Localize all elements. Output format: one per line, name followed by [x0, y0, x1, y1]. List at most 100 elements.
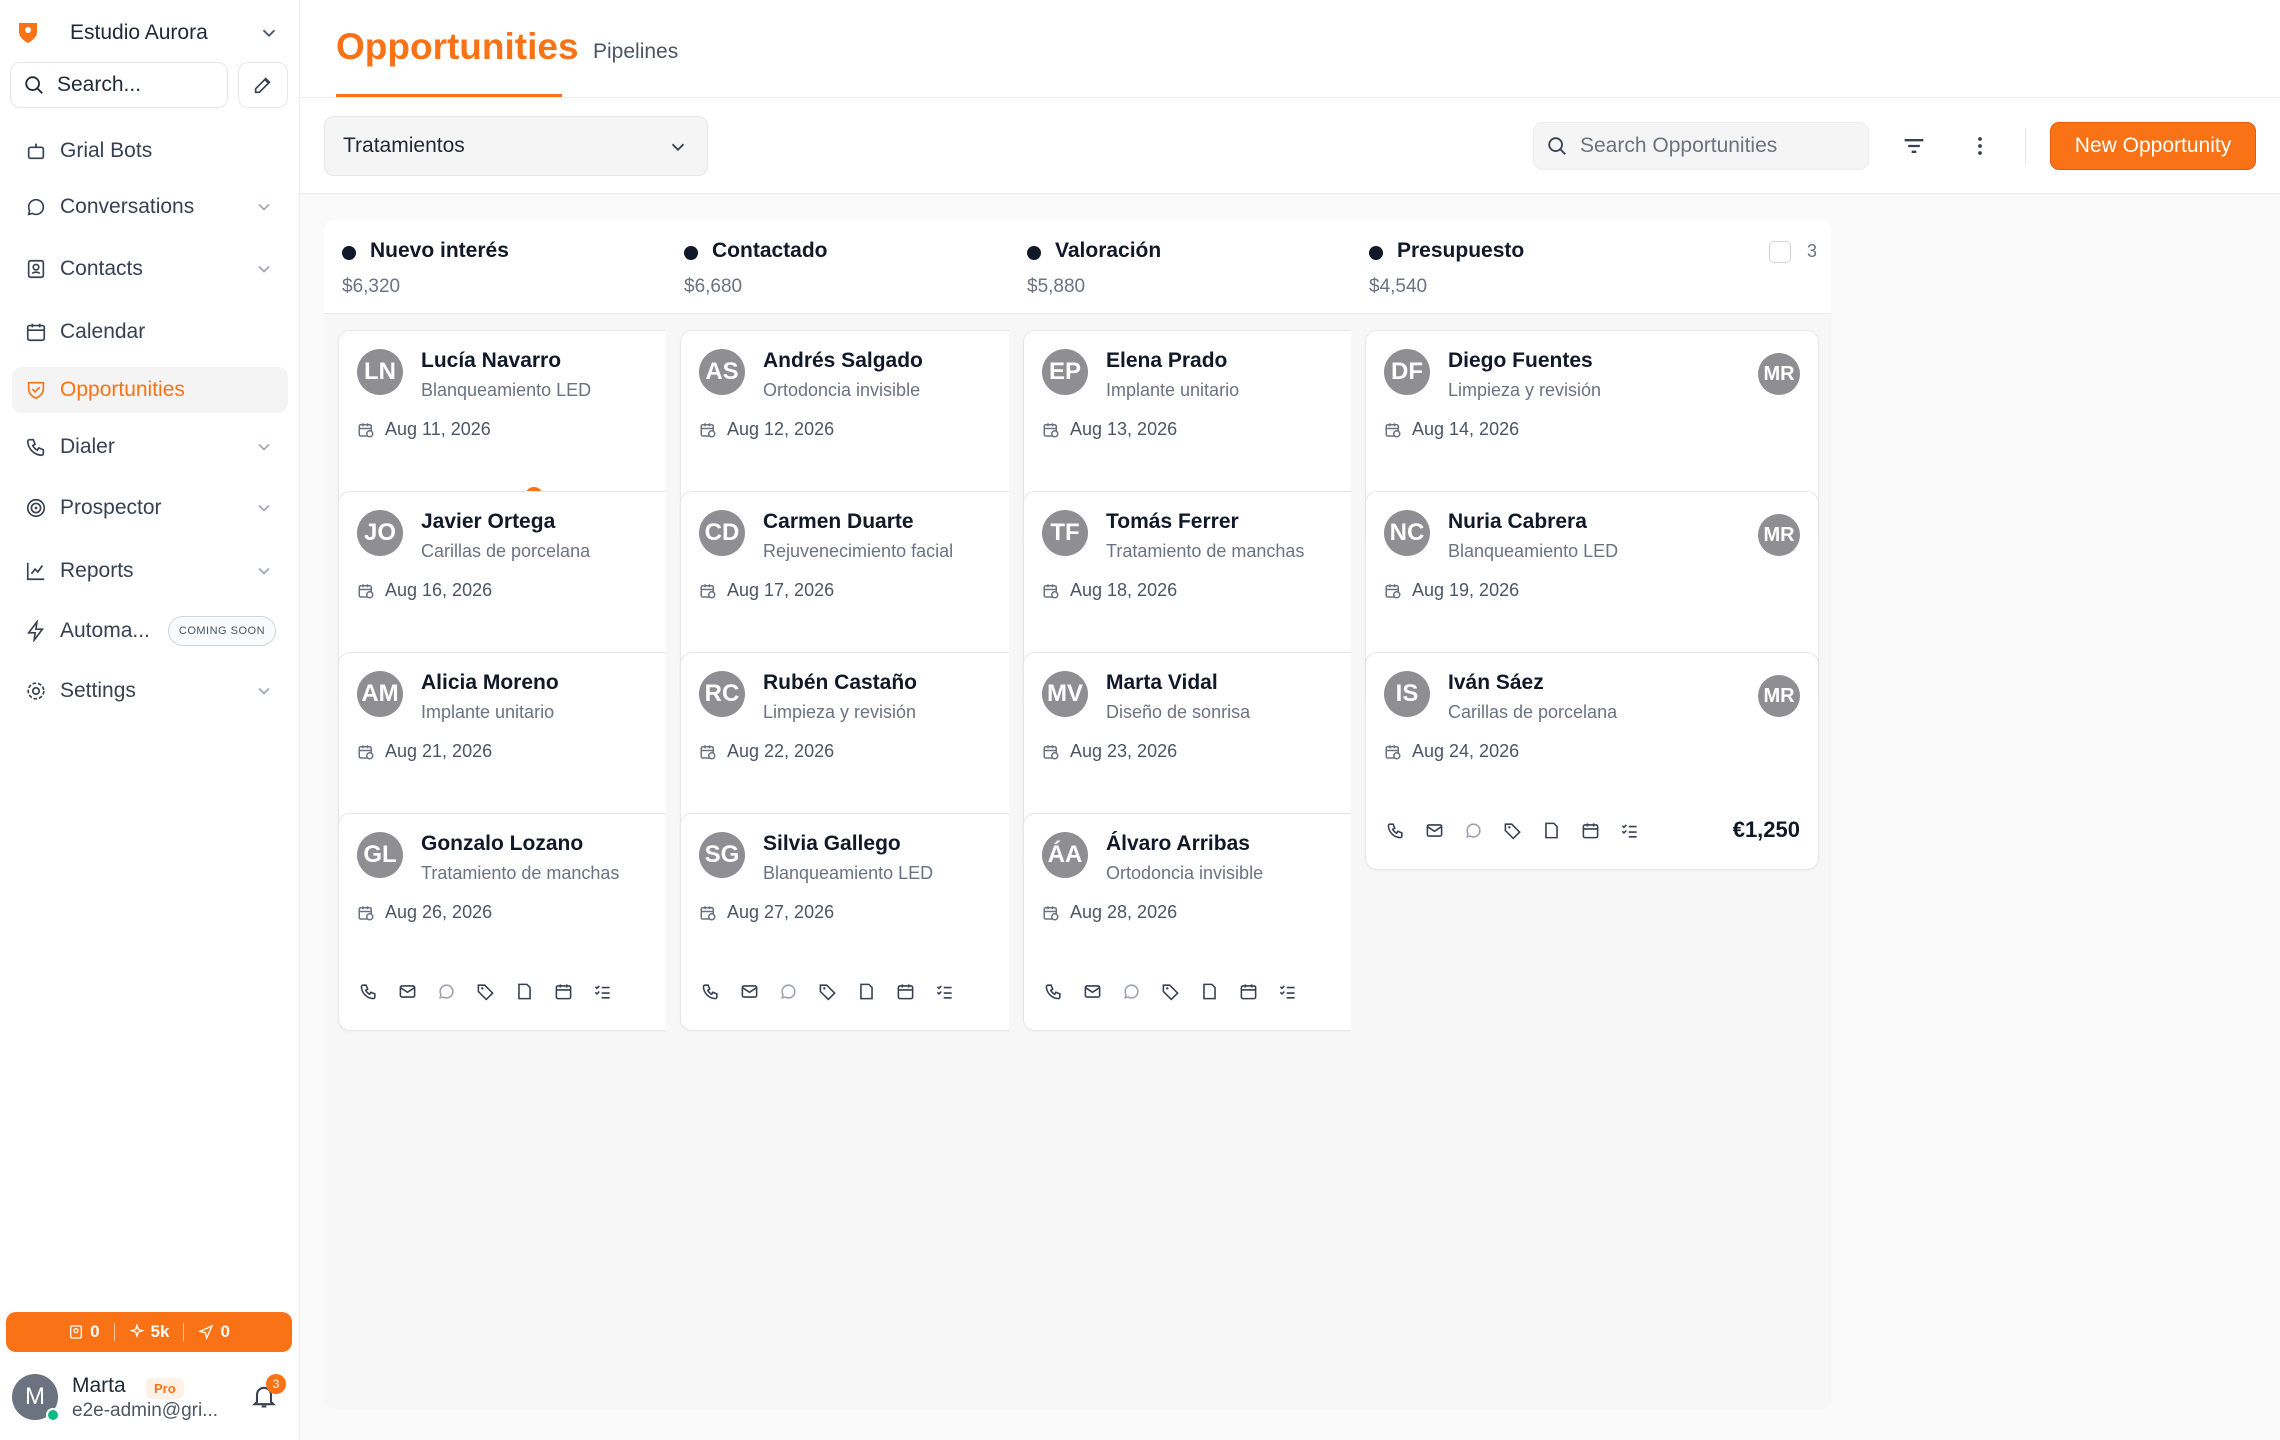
email-icon[interactable] [1083, 982, 1102, 1001]
opportunity-search[interactable] [1533, 122, 1869, 170]
call-icon[interactable] [1386, 821, 1405, 840]
appointment-icon[interactable] [896, 982, 915, 1001]
workspace-switcher[interactable]: Estudio Aurora [16, 14, 286, 52]
contact-name[interactable]: Diego Fuentes [1448, 349, 1593, 373]
message-icon[interactable] [437, 982, 456, 1001]
sidebar: Estudio Aurora Search... Grial Bots Conve… [0, 0, 300, 1440]
message-icon[interactable] [779, 982, 798, 1001]
contact-name[interactable]: Álvaro Arribas [1106, 832, 1250, 856]
tasks-icon[interactable] [935, 982, 954, 1001]
close-date-text: Aug 19, 2026 [1412, 580, 1520, 600]
contact-name[interactable]: Gonzalo Lozano [421, 832, 583, 856]
appointment-icon[interactable] [1239, 982, 1258, 1001]
contact-name[interactable]: Marta Vidal [1106, 671, 1218, 695]
appointment-icon[interactable] [1581, 821, 1600, 840]
tasks-icon[interactable] [1278, 982, 1297, 1001]
close-date: Aug 17, 2026 [699, 580, 834, 601]
contact-avatar: AM [357, 671, 403, 717]
contact-name[interactable]: Rubén Castaño [763, 671, 917, 695]
contact-name[interactable]: Lucía Navarro [421, 349, 561, 373]
contact-name[interactable]: Andrés Salgado [763, 349, 923, 373]
sidebar-item-dialer[interactable]: Dialer [12, 424, 288, 470]
sidebar-item-grial-bots[interactable]: Grial Bots [12, 128, 288, 174]
sidebar-item-calendar[interactable]: Calendar [12, 309, 288, 355]
note-icon[interactable] [515, 982, 534, 1001]
contact-name[interactable]: Tomás Ferrer [1106, 510, 1239, 534]
tag-icon[interactable] [1161, 982, 1180, 1001]
contact-name[interactable]: Alicia Moreno [421, 671, 559, 695]
stage-status-dot [1369, 246, 1383, 260]
sidebar-item-label: Grial Bots [60, 139, 153, 162]
phone-icon [24, 435, 48, 459]
owner-avatar[interactable]: MR [1758, 675, 1800, 717]
stage-select-checkbox[interactable] [1769, 241, 1791, 263]
call-icon[interactable] [1044, 982, 1063, 1001]
tab-pipelines[interactable]: Pipelines [593, 40, 678, 64]
workspace-logo-icon [16, 21, 40, 45]
opportunities-icon [24, 378, 48, 402]
call-icon[interactable] [359, 982, 378, 1001]
chevron-down-icon [258, 504, 270, 512]
email-icon[interactable] [1425, 821, 1444, 840]
sends-credit: 0 [198, 1322, 230, 1342]
chevron-down-icon [258, 567, 270, 575]
sends-credit-value: 0 [220, 1322, 230, 1341]
contact-avatar: JO [357, 510, 403, 556]
compose-button[interactable] [238, 62, 288, 108]
sidebar-item-label: Contacts [60, 257, 143, 280]
close-date-text: Aug 18, 2026 [1070, 580, 1178, 600]
sidebar-search[interactable]: Search... [10, 62, 228, 108]
close-date-text: Aug 23, 2026 [1070, 741, 1178, 761]
chevron-down-icon [262, 29, 276, 38]
sidebar-item-opportunities[interactable]: Opportunities [12, 367, 288, 413]
card-actions [1386, 821, 1639, 840]
kanban-board: Nuevo interés$6,3204LNLucía NavarroBlanq… [300, 194, 2280, 1440]
sidebar-item-reports[interactable]: Reports [12, 548, 288, 594]
contact-name[interactable]: Nuria Cabrera [1448, 510, 1587, 534]
search-icon [1548, 137, 1566, 155]
sidebar-item-automa[interactable]: Automa... COMING SOON [12, 608, 288, 654]
pipeline-select[interactable]: Tratamientos [324, 116, 708, 176]
appointment-icon[interactable] [554, 982, 573, 1001]
owner-avatar[interactable]: MR [1758, 514, 1800, 556]
sidebar-item-prospector[interactable]: Prospector [12, 485, 288, 531]
email-icon[interactable] [398, 982, 417, 1001]
more-vertical-icon[interactable] [1966, 132, 1994, 160]
tag-icon[interactable] [476, 982, 495, 1001]
email-icon[interactable] [740, 982, 759, 1001]
sidebar-item-label: Prospector [60, 496, 162, 519]
contact-avatar: DF [1384, 349, 1430, 395]
contact-name[interactable]: Carmen Duarte [763, 510, 914, 534]
message-icon[interactable] [1122, 982, 1141, 1001]
service-name: Limpieza y revisión [1448, 380, 1602, 400]
note-icon[interactable] [1200, 982, 1219, 1001]
owner-avatar[interactable]: MR [1758, 353, 1800, 395]
contact-name[interactable]: Elena Prado [1106, 349, 1227, 373]
credits-bar[interactable]: 0 5k 0 [6, 1312, 292, 1352]
close-date-text: Aug 27, 2026 [727, 902, 835, 922]
contact-name[interactable]: Javier Ortega [421, 510, 555, 534]
contact-name[interactable]: Silvia Gallego [763, 832, 901, 856]
tasks-icon[interactable] [1620, 821, 1639, 840]
sidebar-item-contacts[interactable]: Contacts [12, 246, 288, 292]
note-icon[interactable] [1542, 821, 1561, 840]
sidebar-item-settings[interactable]: Settings [12, 668, 288, 714]
note-icon[interactable] [857, 982, 876, 1001]
user-menu[interactable]: M Marta Pro e2e-admin@gri... 3 [12, 1370, 288, 1426]
tag-icon[interactable] [1503, 821, 1522, 840]
message-icon[interactable] [1464, 821, 1483, 840]
contact-avatar: EP [1042, 349, 1088, 395]
contact-name[interactable]: Iván Sáez [1448, 671, 1544, 695]
tag-icon[interactable] [818, 982, 837, 1001]
pipeline-select-value: Tratamientos [343, 134, 465, 157]
filter-icon[interactable] [1900, 132, 1928, 160]
target-icon [24, 496, 48, 520]
opportunity-search-input[interactable] [1580, 134, 1850, 158]
tab-opportunities[interactable]: Opportunities [336, 26, 579, 68]
sidebar-item-conversations[interactable]: Conversations [12, 184, 288, 230]
tasks-icon[interactable] [593, 982, 612, 1001]
opportunity-card[interactable]: IS Iván Sáez Carillas de porcelana MR Aug 24… [1365, 652, 1819, 870]
service-name: Tratamiento de manchas [1106, 541, 1305, 561]
call-icon[interactable] [701, 982, 720, 1001]
new-opportunity-button[interactable]: New Opportunity [2050, 122, 2256, 170]
